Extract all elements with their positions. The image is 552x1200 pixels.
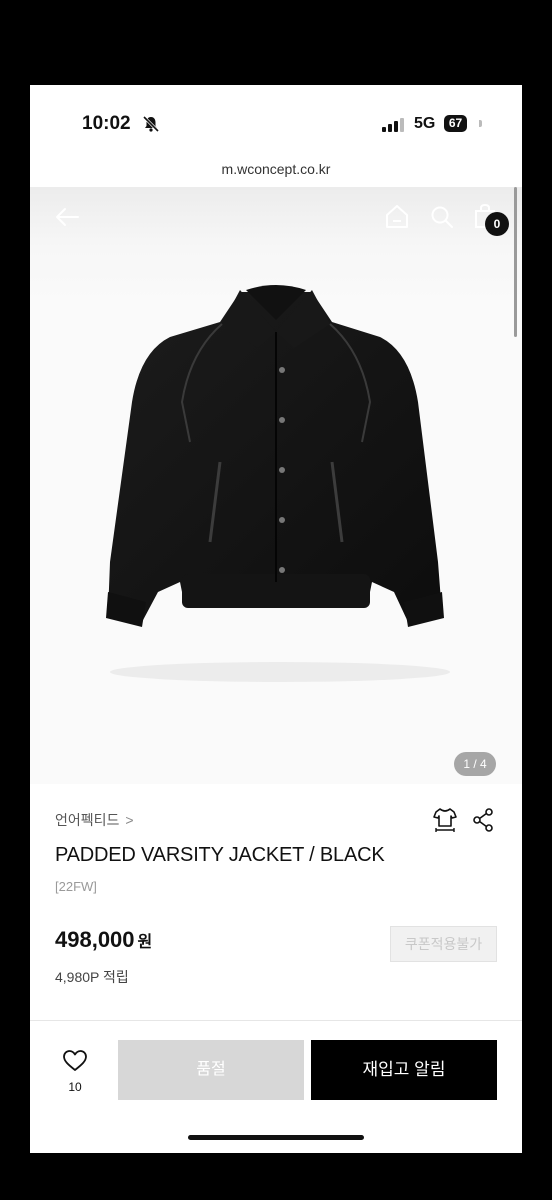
battery-icon: 67 bbox=[444, 115, 482, 132]
brand-name: 언어펙티드 bbox=[55, 812, 120, 828]
product-title: PADDED VARSITY JACKET / BLACK bbox=[55, 844, 385, 866]
wishlist-button[interactable]: 10 bbox=[60, 1049, 90, 1094]
wish-count: 10 bbox=[68, 1080, 82, 1094]
phone-screen: 10:02 5G 67 m.wconcept.co.kr 0 1 / 4 언어펙… bbox=[30, 85, 522, 1153]
network-type: 5G bbox=[414, 115, 436, 132]
home-icon[interactable] bbox=[384, 203, 410, 229]
product-image[interactable] bbox=[70, 262, 490, 692]
status-bar: 10:02 5G 67 bbox=[30, 85, 522, 161]
scrollbar[interactable] bbox=[514, 187, 517, 337]
cart-count-badge[interactable]: 0 bbox=[485, 212, 509, 236]
chevron-right-icon: > bbox=[125, 812, 134, 828]
brand-link[interactable]: 언어펙티드 > bbox=[55, 810, 134, 830]
reward-points: 4,980P 적립 bbox=[55, 969, 129, 985]
signal-icon bbox=[382, 118, 404, 132]
image-pager: 1 / 4 bbox=[454, 752, 496, 776]
bottom-action-bar: 10 품절 재입고 알림 bbox=[30, 1020, 522, 1153]
back-arrow-icon[interactable] bbox=[54, 205, 80, 229]
share-icon[interactable] bbox=[472, 808, 494, 832]
price: 498,000 원 bbox=[55, 927, 152, 953]
price-value: 498,000 bbox=[55, 927, 135, 952]
sold-out-button[interactable]: 품절 bbox=[118, 1040, 304, 1100]
home-indicator[interactable] bbox=[188, 1135, 364, 1140]
bell-muted-icon bbox=[142, 115, 160, 133]
product-gallery[interactable]: 0 1 / 4 bbox=[30, 187, 522, 784]
status-time: 10:02 bbox=[82, 113, 131, 134]
season-tag: [22FW] bbox=[55, 879, 97, 894]
search-icon[interactable] bbox=[430, 205, 454, 229]
url-bar[interactable]: m.wconcept.co.kr bbox=[30, 161, 522, 187]
price-unit: 원 bbox=[137, 934, 153, 951]
restock-alert-button[interactable]: 재입고 알림 bbox=[311, 1040, 497, 1100]
size-guide-icon[interactable] bbox=[432, 806, 458, 832]
product-info: 언어펙티드 > PADDED VARSITY JACKET / BLACK [22… bbox=[30, 784, 522, 1020]
battery-level: 67 bbox=[444, 115, 467, 132]
heart-icon bbox=[63, 1050, 87, 1071]
coupon-unavailable-button[interactable]: 쿠폰적용불가 bbox=[390, 926, 497, 962]
